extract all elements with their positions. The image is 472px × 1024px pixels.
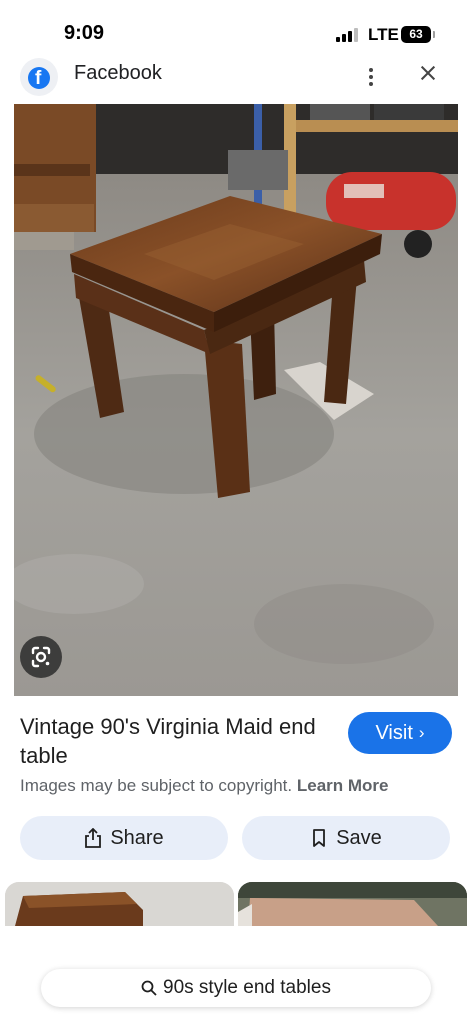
source-name[interactable]: Facebook <box>74 62 162 85</box>
share-icon <box>85 828 102 848</box>
search-query-pill[interactable]: 90s style end tables <box>41 969 431 1007</box>
battery-icon: 63 <box>401 26 435 43</box>
bookmark-icon <box>313 829 326 847</box>
related-image-thumbnail[interactable] <box>5 882 234 926</box>
save-button[interactable]: Save <box>242 816 450 860</box>
share-button[interactable]: Share <box>20 816 228 860</box>
visit-button[interactable]: Visit › <box>348 712 452 754</box>
network-type: LTE <box>368 25 399 44</box>
copyright-text: Images may be subject to copyright. <box>20 776 293 795</box>
result-title[interactable]: Vintage 90's Virginia Maid end table <box>20 712 330 770</box>
close-icon[interactable] <box>416 62 440 86</box>
source-header: f Facebook <box>0 54 472 96</box>
end-table-photo <box>14 104 458 696</box>
google-lens-icon[interactable] <box>20 636 62 678</box>
chevron-right-icon: › <box>418 723 425 742</box>
search-query: 90s style end tables <box>163 977 331 998</box>
status-bar: 9:09 LTE 63 <box>0 0 472 62</box>
facebook-logo-icon: f <box>20 58 58 96</box>
copyright-notice: Images may be subject to copyright. Lear… <box>20 776 389 796</box>
related-image-thumbnail[interactable] <box>238 882 467 926</box>
learn-more-link[interactable]: Learn More <box>297 776 389 795</box>
visit-label: Visit <box>375 721 413 744</box>
more-vertical-icon[interactable] <box>362 66 380 88</box>
main-image[interactable] <box>14 104 458 696</box>
save-label: Save <box>336 826 382 849</box>
share-label: Share <box>110 826 164 849</box>
status-time: 9:09 <box>64 22 105 44</box>
signal-bars-icon <box>336 28 360 42</box>
search-icon <box>141 980 157 996</box>
